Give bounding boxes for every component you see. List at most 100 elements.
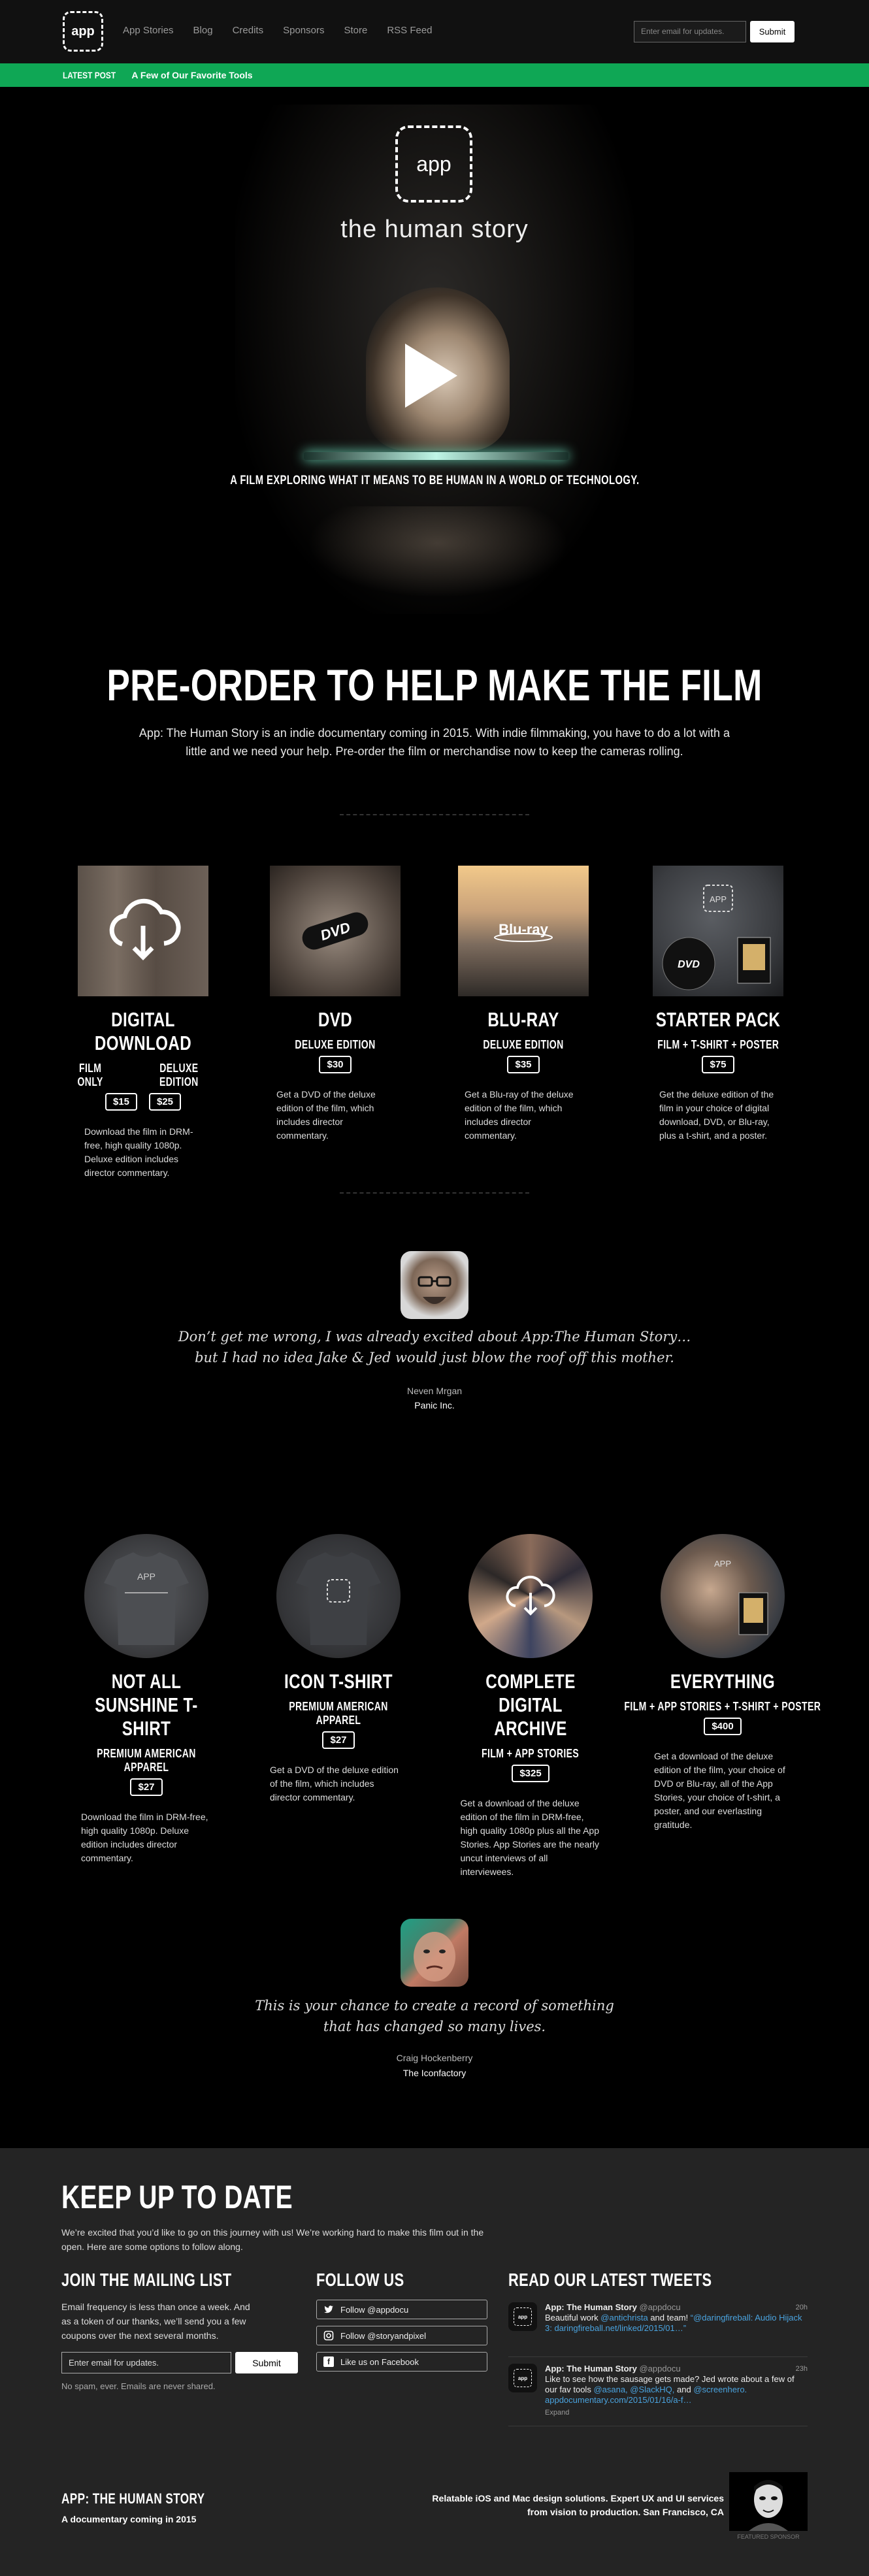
- tweet-avatar[interactable]: app: [508, 2302, 537, 2331]
- product-name: DVD: [318, 1008, 353, 1031]
- product-dvd[interactable]: DVD DVD DELUXE EDITION $30 Get a DVD of …: [254, 866, 417, 1143]
- price-button[interactable]: $325: [512, 1765, 549, 1782]
- product-starter-pack[interactable]: APP DVD STARTER PACK FILM + T-SHIRT + PO…: [636, 866, 800, 1143]
- product-icon-shirt[interactable]: ICON T-SHIRT PREMIUM AMERICAN APPAREL $2…: [257, 1534, 420, 1804]
- product-prices: $75: [636, 1056, 800, 1073]
- follow-storyandpixel-button[interactable]: Follow @storyandpixel: [316, 2326, 487, 2345]
- latest-post-bar[interactable]: LATEST POST A Few of Our Favorite Tools: [0, 63, 869, 87]
- product-description: Download the film in DRM-free, high qual…: [81, 1812, 208, 1863]
- like-facebook-button[interactable]: f Like us on Facebook: [316, 2352, 487, 2372]
- product-name: BLU-RAY: [487, 1008, 559, 1031]
- preorder-heading-text: PRE-ORDER TO HELP MAKE THE FILM: [107, 660, 762, 710]
- latest-post-label: LATEST POST: [63, 70, 116, 80]
- mailing-email-input[interactable]: Enter email for updates.: [61, 2352, 231, 2373]
- app-logo[interactable]: app: [63, 11, 103, 52]
- hero-subtitle: the human story: [340, 216, 529, 243]
- play-icon[interactable]: [400, 340, 460, 412]
- cloud-download-icon: [109, 898, 181, 960]
- divider-2: [340, 1192, 529, 1194]
- svg-text:APP: APP: [137, 1571, 156, 1582]
- tweet-avatar[interactable]: app: [508, 2364, 537, 2392]
- quote-1-line-1: Don’t get me wrong, I was already excite…: [178, 1329, 691, 1345]
- everything-image: APP: [661, 1534, 785, 1658]
- hero-reflection: [307, 506, 568, 598]
- product-name: NOT ALL SUNSHINE T-SHIRT: [95, 1670, 198, 1740]
- product-prices: $27: [257, 1731, 420, 1749]
- nav-link-blog[interactable]: Blog: [193, 25, 213, 36]
- footer-intro: We’re excited that you’d like to go on t…: [61, 2227, 484, 2252]
- nav-submit-button[interactable]: Submit: [750, 21, 795, 42]
- price-button[interactable]: $75: [702, 1056, 734, 1073]
- digital-archive-image: [468, 1534, 593, 1658]
- nav-link-store[interactable]: Store: [344, 25, 367, 36]
- product-prices: $15 $25: [61, 1093, 225, 1111]
- follow-appdocu-button[interactable]: Follow @appdocu: [316, 2300, 487, 2319]
- tweets-heading: READ OUR LATEST TWEETS: [508, 2270, 712, 2290]
- product-sub: DELUXE EDITION: [483, 1038, 564, 1051]
- avatar-craig-hockenberry: [401, 1919, 468, 1987]
- svg-text:DVD: DVD: [678, 959, 700, 970]
- sponsor-face-icon: [749, 2480, 788, 2531]
- preorder-intro: App: The Human Story is an indie documen…: [139, 726, 730, 758]
- tweet-text: and team!: [648, 2313, 691, 2323]
- tweet-link[interactable]: @antichrista: [600, 2313, 648, 2323]
- price-button[interactable]: $27: [322, 1731, 355, 1749]
- product-description: Get a download of the deluxe edition of …: [460, 1798, 600, 1877]
- product-subtitles: FILM ONLY DELUXE EDITION: [61, 1059, 225, 1089]
- product-digital-download[interactable]: DIGITAL DOWNLOAD FILM ONLY DELUXE EDITIO…: [61, 866, 225, 1180]
- product-subtitles: FILM + T-SHIRT + POSTER: [636, 1035, 800, 1052]
- tweet-text: and: [677, 2385, 694, 2394]
- price-button[interactable]: $27: [130, 1778, 163, 1796]
- latest-post-title[interactable]: A Few of Our Favorite Tools: [131, 70, 252, 80]
- nav-email-input[interactable]: Enter email for updates.: [634, 21, 746, 42]
- product-description: Get a DVD of the deluxe edition of the f…: [270, 1765, 399, 1802]
- featured-sponsor-label: FEATURED SPONSOR: [737, 2534, 800, 2540]
- quote-2-line-1: This is your chance to create a record o…: [255, 1998, 614, 2014]
- nav-link-credits[interactable]: Credits: [233, 25, 264, 36]
- tweet-time[interactable]: 20h: [796, 2302, 808, 2313]
- tweet-time[interactable]: 23h: [796, 2364, 808, 2374]
- product-complete-digital-archive[interactable]: COMPLETE DIGITAL ARCHIVE FILM + APP STOR…: [449, 1534, 612, 1879]
- price-button[interactable]: $25: [149, 1093, 182, 1111]
- svg-text:APP: APP: [710, 894, 727, 904]
- product-sub: FILM + APP STORIES: [482, 1747, 580, 1760]
- product-everything[interactable]: APP EVERYTHING FILM + APP STORIES + T-SH…: [625, 1534, 821, 1832]
- tweet-text: Beautiful work: [545, 2313, 601, 2323]
- product-bluray[interactable]: Blu‑ray BLU-RAY DELUXE EDITION $35 Get a…: [442, 866, 605, 1143]
- tweet-handle[interactable]: @appdocu: [639, 2364, 680, 2373]
- shirt-icon: APP: [104, 1552, 189, 1645]
- nav-link-app-stories[interactable]: App Stories: [123, 25, 174, 36]
- tweet-expand-link[interactable]: Expand: [545, 2407, 808, 2418]
- sponsor-logo[interactable]: [729, 2472, 808, 2531]
- footer: KEEP UP TO DATE We’re excited that you’d…: [0, 2148, 869, 2576]
- product-description: Get the deluxe edition of the film in yo…: [659, 1089, 774, 1141]
- tweet-body: App: The Human Story @appdocu 20h Beauti…: [545, 2302, 808, 2334]
- quote-1-author: Neven Mrgan: [406, 1386, 463, 1396]
- tweet-author[interactable]: App: The Human Story: [545, 2302, 637, 2312]
- nav-link-rss-feed[interactable]: RSS Feed: [387, 25, 432, 36]
- price-button[interactable]: $30: [319, 1056, 352, 1073]
- sponsor-description[interactable]: Relatable iOS and Mac design solutions. …: [423, 2492, 724, 2519]
- avatar-face-icon: [418, 1276, 451, 1304]
- hero-caption-text: A FILM EXPLORING WHAT IT MEANS TO BE HUM…: [229, 474, 640, 487]
- like-facebook-label: Like us on Facebook: [340, 2356, 419, 2367]
- nav-link-sponsors[interactable]: Sponsors: [283, 25, 324, 36]
- quote-2-line-2: that has changed so many lives.: [323, 2019, 546, 2034]
- price-button[interactable]: $400: [704, 1718, 742, 1735]
- price-button[interactable]: $15: [105, 1093, 137, 1111]
- tweet-handle[interactable]: @appdocu: [639, 2302, 680, 2312]
- mailing-submit-button[interactable]: Submit: [235, 2352, 298, 2373]
- twitter-icon: [323, 2304, 334, 2315]
- product-not-all-sunshine-shirt[interactable]: APP NOT ALL SUNSHINE T-SHIRT PREMIUM AME…: [65, 1534, 228, 1865]
- cloud-download-icon: [506, 1575, 555, 1616]
- quote-2-company: The Iconfactory: [402, 2068, 467, 2078]
- shirt-icon: APP: [714, 1559, 768, 1635]
- page: app App Stories Blog Credits Sponsors St…: [0, 0, 869, 2576]
- price-button[interactable]: $35: [507, 1056, 540, 1073]
- mailing-list-heading: JOIN THE MAILING LIST: [61, 2270, 232, 2290]
- footer-site-subtitle: A documentary coming in 2015: [61, 2514, 197, 2524]
- tweet-author[interactable]: App: The Human Story: [545, 2364, 637, 2373]
- tweet-item[interactable]: app App: The Human Story @appdocu 20h Be…: [508, 2302, 808, 2357]
- tweet-item[interactable]: app App: The Human Story @appdocu 23h Li…: [508, 2364, 808, 2426]
- tweet-link[interactable]: @asana, @SlackHQ,: [593, 2385, 677, 2394]
